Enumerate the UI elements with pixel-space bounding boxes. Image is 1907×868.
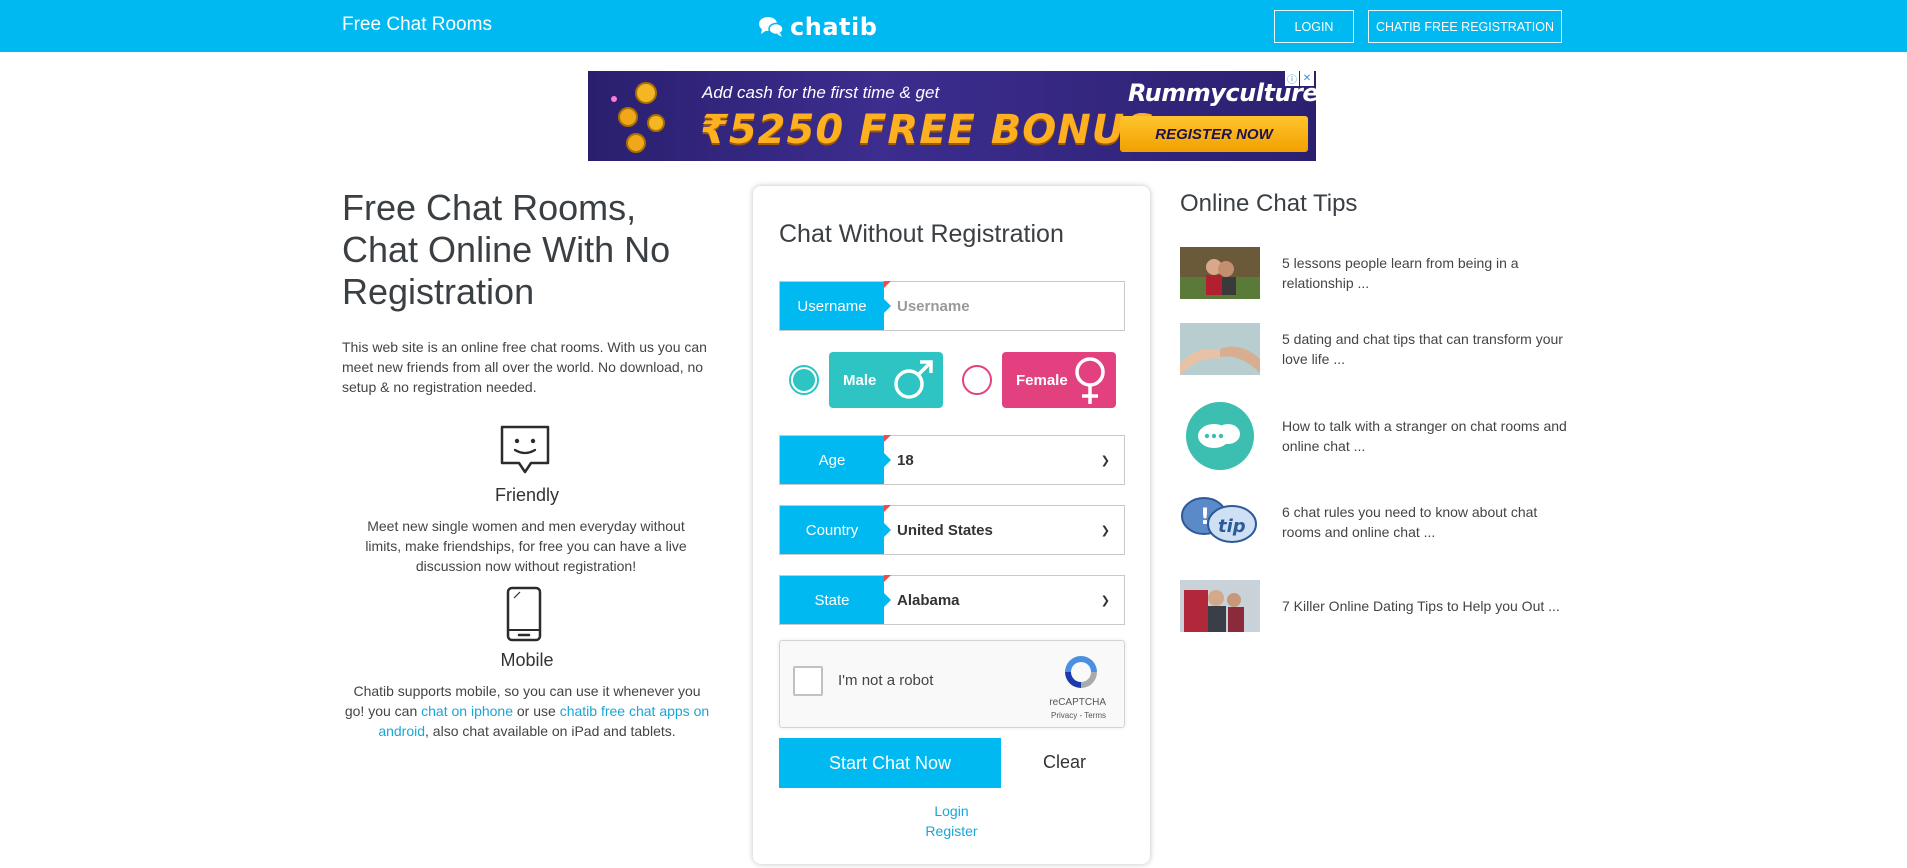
clear-button[interactable]: Clear [1043, 752, 1086, 773]
page-title: Free Chat Rooms, Chat Online With No Reg… [342, 187, 671, 312]
site-title[interactable]: Free Chat Rooms [342, 14, 492, 36]
start-chat-button[interactable]: Start Chat Now [779, 738, 1001, 788]
form-title: Chat Without Registration [779, 220, 1064, 248]
country-label: Country [780, 505, 891, 554]
logo[interactable]: chatib [758, 12, 877, 42]
gold-coins-icon [611, 82, 665, 153]
country-select[interactable]: United States ❯ [884, 506, 1124, 554]
ad-banner[interactable]: Add cash for the first time & get ₹5250 … [588, 71, 1316, 161]
female-label: Female [1016, 371, 1068, 389]
ad-info-icon[interactable]: ⓘ [1285, 71, 1299, 86]
age-label: Age [780, 435, 891, 484]
tip-text: 6 chat rules you need to know about chat… [1282, 504, 1538, 540]
mobile-title: Mobile [500, 650, 554, 670]
state-select[interactable]: Alabama ❯ [884, 576, 1124, 624]
friendly-text: Meet new single women and men everyday w… [365, 518, 687, 574]
age-value: 18 [897, 451, 914, 469]
chevron-down-icon: ❯ [1100, 524, 1110, 537]
recaptcha-brand: reCAPTCHA [1049, 697, 1106, 708]
pinky-promise-thumbnail [1180, 323, 1260, 375]
recaptcha-privacy-terms[interactable]: Privacy - Terms [1020, 711, 1120, 720]
male-button[interactable]: Male [829, 352, 943, 408]
ad-register-button[interactable]: REGISTER NOW [1120, 116, 1308, 152]
recaptcha-checkbox[interactable] [793, 666, 823, 696]
tip-text: How to talk with a stranger on chat room… [1282, 418, 1567, 454]
mobile-text: Chatib supports mobile, so you can use i… [342, 681, 712, 741]
age-field[interactable]: Age 18 ❯ [779, 435, 1125, 485]
tip-text: 7 Killer Online Dating Tips to Help you … [1282, 598, 1560, 614]
login-button[interactable]: LOGIN [1274, 10, 1354, 43]
couple-photo-thumbnail [1180, 247, 1260, 299]
ad-bonus: ₹5250 FREE BONUS [700, 107, 1156, 153]
age-select[interactable]: 18 ❯ [884, 436, 1124, 484]
tip-item[interactable]: 7 Killer Online Dating Tips to Help you … [1180, 580, 1580, 632]
site-description: This web site is an online free chat roo… [342, 339, 707, 395]
chat-bubbles-thumbnail [1186, 402, 1254, 470]
ad-close-icon[interactable]: ✕ [1300, 71, 1314, 86]
recaptcha-label: I'm not a robot [838, 672, 934, 689]
female-button[interactable]: Female [1002, 352, 1116, 408]
tip-item[interactable]: 5 dating and chat tips that can transfor… [1180, 323, 1580, 375]
mobile-text-part: , also chat available on iPad and tablet… [425, 723, 676, 739]
free-registration-button[interactable]: CHATIB FREE REGISTRATION [1368, 10, 1562, 43]
tip-item[interactable]: ! tip 6 chat rules you need to know abou… [1180, 494, 1580, 550]
tip-text: 5 dating and chat tips that can transfor… [1282, 331, 1563, 367]
friendly-title: Friendly [494, 485, 560, 505]
mobile-text-part: or use [513, 703, 560, 719]
username-label: Username [780, 281, 891, 330]
male-label: Male [843, 371, 877, 389]
mobile-phone-icon [506, 586, 542, 642]
tip-text: 5 lessons people learn from being in a r… [1282, 255, 1519, 291]
female-symbol-icon [1075, 357, 1105, 404]
male-symbol-icon [894, 360, 933, 399]
dating-photo-thumbnail [1180, 580, 1260, 632]
tips-title: Online Chat Tips [1180, 190, 1358, 217]
chat-form-card: Chat Without Registration Username Male … [753, 186, 1150, 864]
country-value: United States [897, 521, 993, 539]
female-radio[interactable] [962, 365, 992, 395]
username-input[interactable] [884, 282, 1124, 330]
recaptcha-logo-icon [1065, 656, 1097, 688]
chat-on-iphone-link[interactable]: chat on iphone [421, 703, 513, 719]
svg-text:tip: tip [1218, 516, 1246, 537]
chevron-down-icon: ❯ [1100, 594, 1110, 607]
form-register-link[interactable]: Register [753, 823, 1150, 839]
recaptcha-widget: I'm not a robot reCAPTCHA Privacy - Term… [779, 640, 1125, 728]
username-field: Username [779, 281, 1125, 331]
ad-headline: Add cash for the first time & get [702, 83, 940, 102]
tip-item[interactable]: 5 lessons people learn from being in a r… [1180, 247, 1580, 299]
gender-female-option[interactable]: Female [962, 352, 1116, 408]
country-field[interactable]: Country United States ❯ [779, 505, 1125, 555]
state-label: State [780, 575, 891, 624]
male-radio[interactable] [789, 365, 819, 395]
tip-bubble-thumbnail: ! tip [1181, 497, 1257, 543]
gender-male-option[interactable]: Male [789, 352, 943, 408]
state-field[interactable]: State Alabama ❯ [779, 575, 1125, 625]
chevron-down-icon: ❯ [1100, 454, 1110, 467]
ad-choices[interactable]: ⓘ ✕ [1285, 71, 1314, 86]
chat-bubbles-icon [759, 17, 784, 37]
logo-text: chatib [790, 13, 878, 41]
top-header: Free Chat Rooms chatib LOGIN CHATIB FREE… [0, 0, 1907, 52]
smiley-chat-icon [500, 425, 550, 474]
tip-item[interactable]: How to talk with a stranger on chat room… [1180, 400, 1580, 472]
state-value: Alabama [897, 591, 960, 609]
form-login-link[interactable]: Login [753, 803, 1150, 819]
